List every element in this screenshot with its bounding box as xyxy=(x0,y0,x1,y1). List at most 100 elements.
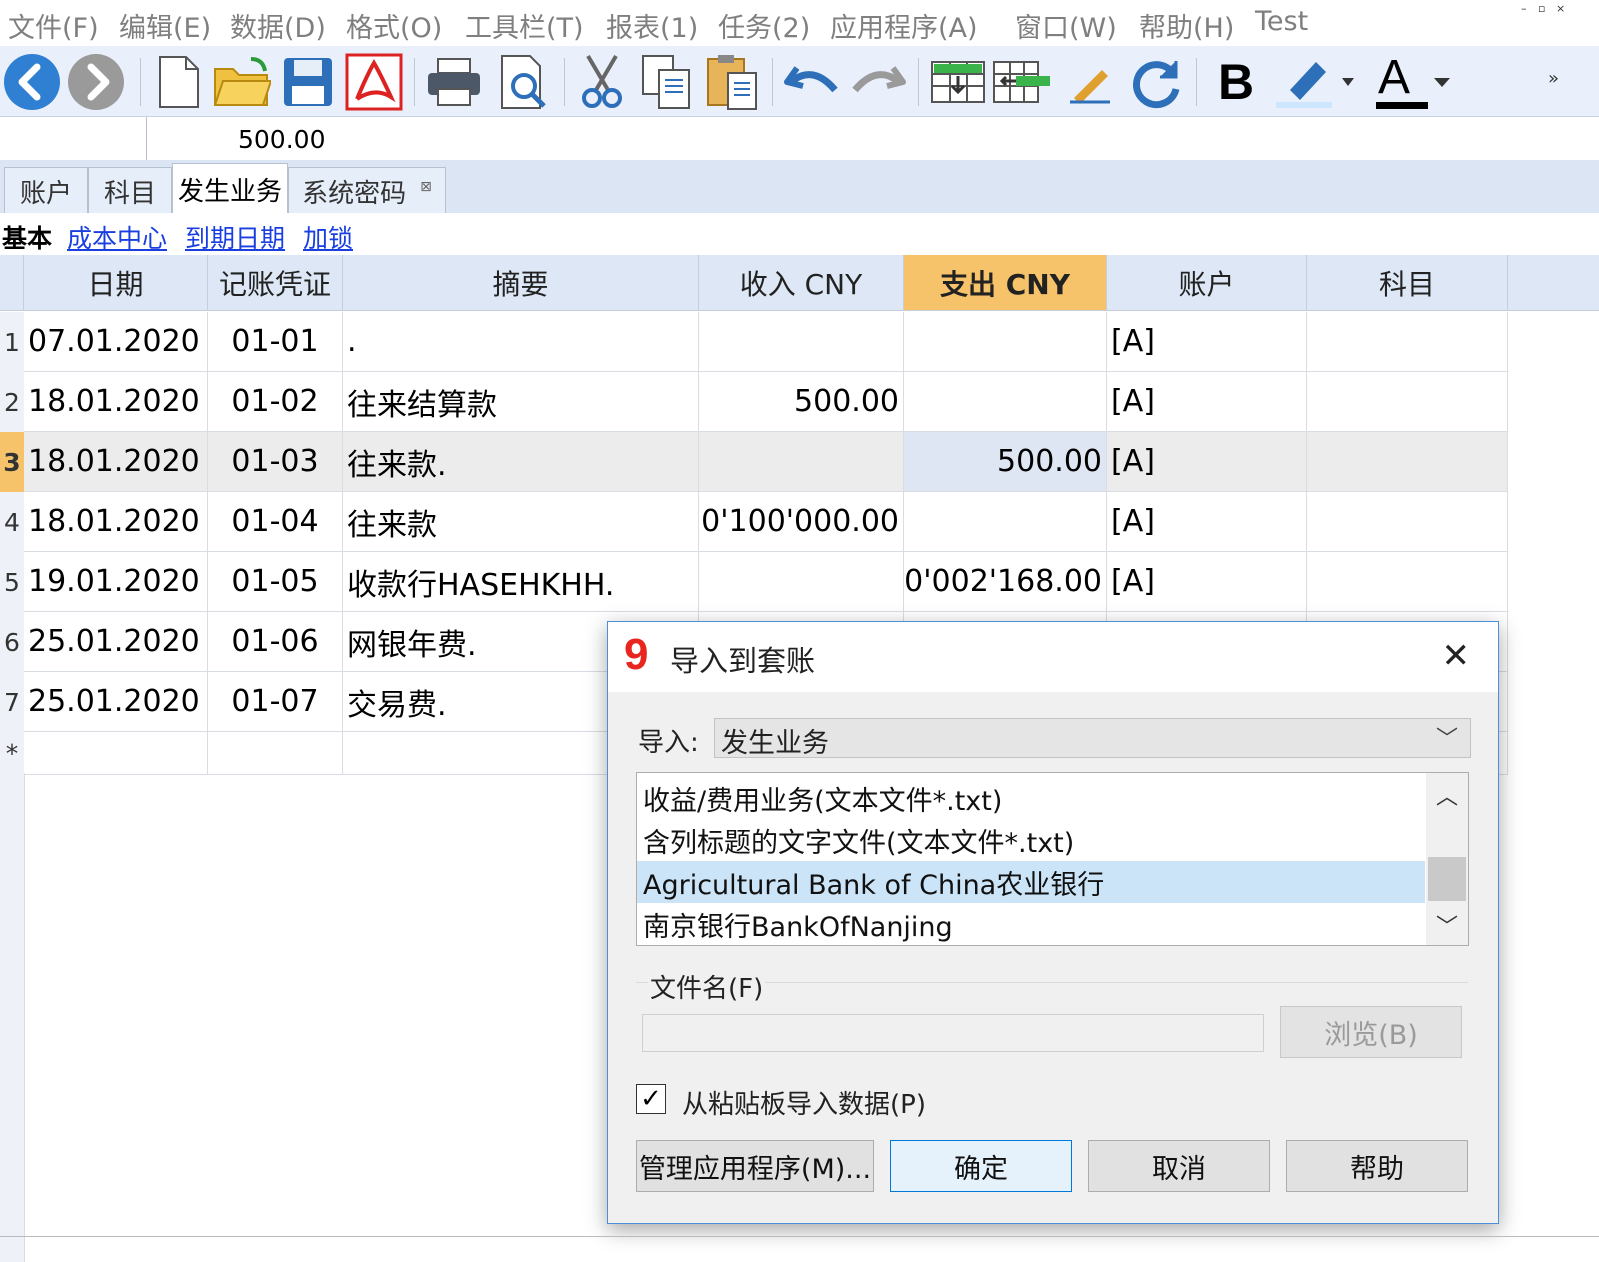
filename-input[interactable] xyxy=(642,1014,1264,1052)
scroll-down-icon[interactable]: ﹀ xyxy=(1426,905,1468,945)
cell-income[interactable]: 10'100'000.00 xyxy=(699,492,904,551)
cell-account[interactable]: [A] xyxy=(1107,492,1307,551)
cell-doc[interactable]: 01-04 xyxy=(208,492,343,551)
cell-category[interactable] xyxy=(1307,372,1508,431)
recalculate-button[interactable] xyxy=(1126,52,1186,112)
print-button[interactable] xyxy=(424,52,484,112)
menu-window[interactable]: 窗口(W) xyxy=(1015,6,1117,45)
view-link-due-date[interactable]: 到期日期 xyxy=(185,219,285,255)
toolbar-overflow-icon[interactable]: » xyxy=(1548,68,1559,89)
list-item-selected[interactable]: Agricultural Bank of China农业银行 xyxy=(637,861,1425,903)
cell-expense[interactable]: 500.00 xyxy=(904,432,1107,491)
column-header-description[interactable]: 摘要 xyxy=(343,255,699,311)
cell-date[interactable]: 19.01.2020 xyxy=(24,552,208,611)
view-basic[interactable]: 基本 xyxy=(2,219,52,255)
cell-doc[interactable]: 01-03 xyxy=(208,432,343,491)
list-scrollbar[interactable]: ︿ ﹀ xyxy=(1426,773,1468,945)
undo-button[interactable] xyxy=(782,52,842,112)
insert-row-button[interactable] xyxy=(928,52,988,112)
open-button[interactable] xyxy=(212,52,272,112)
cell-income[interactable] xyxy=(699,312,904,371)
column-header-account[interactable]: 账户 xyxy=(1107,255,1307,311)
menu-test[interactable]: Test xyxy=(1255,6,1308,37)
cell-category[interactable] xyxy=(1307,432,1508,491)
cell-doc[interactable]: 01-02 xyxy=(208,372,343,431)
cell-date[interactable]: 18.01.2020 xyxy=(24,372,208,431)
copy-button[interactable] xyxy=(636,52,696,112)
cell-category[interactable] xyxy=(1307,312,1508,371)
menu-file[interactable]: 文件(F) xyxy=(8,6,99,45)
edit-cell-button[interactable] xyxy=(1060,52,1120,112)
list-item[interactable]: 含列标题的文字文件(文本文件*.txt) xyxy=(637,819,1425,861)
column-header-date[interactable]: 日期 xyxy=(24,255,208,311)
manage-apps-button[interactable]: 管理应用程序(M)... xyxy=(636,1140,874,1192)
scroll-thumb[interactable] xyxy=(1428,857,1466,901)
cell-category[interactable] xyxy=(1307,492,1508,551)
close-window-icon[interactable]: × xyxy=(1556,2,1565,15)
menu-format[interactable]: 格式(O) xyxy=(346,6,442,45)
tab-accounts[interactable]: 账户 xyxy=(4,167,88,214)
highlight-button[interactable] xyxy=(1274,52,1354,112)
cell-account[interactable]: [A] xyxy=(1107,312,1307,371)
ok-button[interactable]: 确定 xyxy=(890,1140,1072,1192)
list-item[interactable]: 收益/费用业务(文本文件*.txt) xyxy=(637,777,1425,819)
clipboard-checkbox[interactable]: ✓ xyxy=(636,1084,666,1114)
minimize-icon[interactable]: – xyxy=(1521,2,1527,15)
cell-expense[interactable] xyxy=(904,372,1107,431)
row-number[interactable]: 4 xyxy=(0,492,24,552)
column-header-category[interactable]: 科目 xyxy=(1307,255,1508,311)
formula-value[interactable]: 500.00 xyxy=(238,125,325,154)
cell-expense[interactable] xyxy=(904,312,1107,371)
row-number[interactable]: 2 xyxy=(0,372,24,432)
cell-doc[interactable]: 01-06 xyxy=(208,612,343,671)
cell-description[interactable]: 往来款. xyxy=(343,432,699,491)
import-type-select[interactable]: 发生业务 ﹀ xyxy=(714,718,1471,759)
cell-date[interactable] xyxy=(24,732,208,774)
cancel-button[interactable]: 取消 xyxy=(1088,1140,1270,1192)
cell-account[interactable]: [A] xyxy=(1107,552,1307,611)
cell-description[interactable]: . xyxy=(343,312,699,371)
bold-button[interactable]: B xyxy=(1206,52,1266,112)
cell-description[interactable]: 往来款 xyxy=(343,492,699,551)
menu-edit[interactable]: 编辑(E) xyxy=(119,6,211,45)
row-number[interactable]: 7 xyxy=(0,672,24,732)
cut-button[interactable] xyxy=(572,52,632,112)
cell-expense[interactable]: 10'002'168.00 xyxy=(904,552,1107,611)
list-item[interactable]: 南京银行BankOfNanjing xyxy=(637,903,1425,945)
row-number[interactable]: * xyxy=(0,732,24,775)
column-header-doc[interactable]: 记账凭证 xyxy=(208,255,343,311)
cell-date[interactable]: 18.01.2020 xyxy=(24,432,208,491)
column-header-income[interactable]: 收入 CNY xyxy=(699,255,904,311)
menu-toolbar[interactable]: 工具栏(T) xyxy=(465,6,584,45)
view-link-cost-center[interactable]: 成本中心 xyxy=(67,219,167,255)
menu-data[interactable]: 数据(D) xyxy=(230,6,326,45)
cell-date[interactable]: 18.01.2020 xyxy=(24,492,208,551)
menu-reports[interactable]: 报表(1) xyxy=(606,6,698,45)
row-number[interactable]: 1 xyxy=(0,312,24,372)
redo-button[interactable] xyxy=(848,52,908,112)
row-number[interactable]: 5 xyxy=(0,552,24,612)
restore-icon[interactable]: ▫ xyxy=(1538,2,1545,15)
delete-row-button[interactable] xyxy=(992,52,1052,112)
cell-doc[interactable]: 01-01 xyxy=(208,312,343,371)
view-link-lock[interactable]: 加锁 xyxy=(303,219,353,255)
cell-date[interactable]: 07.01.2020 xyxy=(24,312,208,371)
new-file-button[interactable] xyxy=(148,52,208,112)
cell-expense[interactable] xyxy=(904,492,1107,551)
cell-description[interactable]: 收款行HASEHKHH. xyxy=(343,552,699,611)
tab-system-password[interactable]: 系统密码 ⊠ xyxy=(288,167,446,214)
cell-description[interactable]: 往来结算款 xyxy=(343,372,699,431)
cell-income[interactable] xyxy=(699,552,904,611)
cell-doc[interactable]: 01-05 xyxy=(208,552,343,611)
menu-apps[interactable]: 应用程序(A) xyxy=(830,6,978,45)
row-number[interactable]: 6 xyxy=(0,612,24,672)
forward-button[interactable] xyxy=(66,52,126,112)
cell-income[interactable] xyxy=(699,432,904,491)
dialog-close-icon[interactable]: ✕ xyxy=(1442,636,1471,676)
paste-button[interactable] xyxy=(702,52,762,112)
cell-doc[interactable]: 01-07 xyxy=(208,672,343,731)
font-color-button[interactable]: A xyxy=(1370,51,1454,112)
print-preview-button[interactable] xyxy=(494,52,554,112)
cell-reference-box[interactable] xyxy=(0,117,147,160)
save-button[interactable] xyxy=(278,52,338,112)
